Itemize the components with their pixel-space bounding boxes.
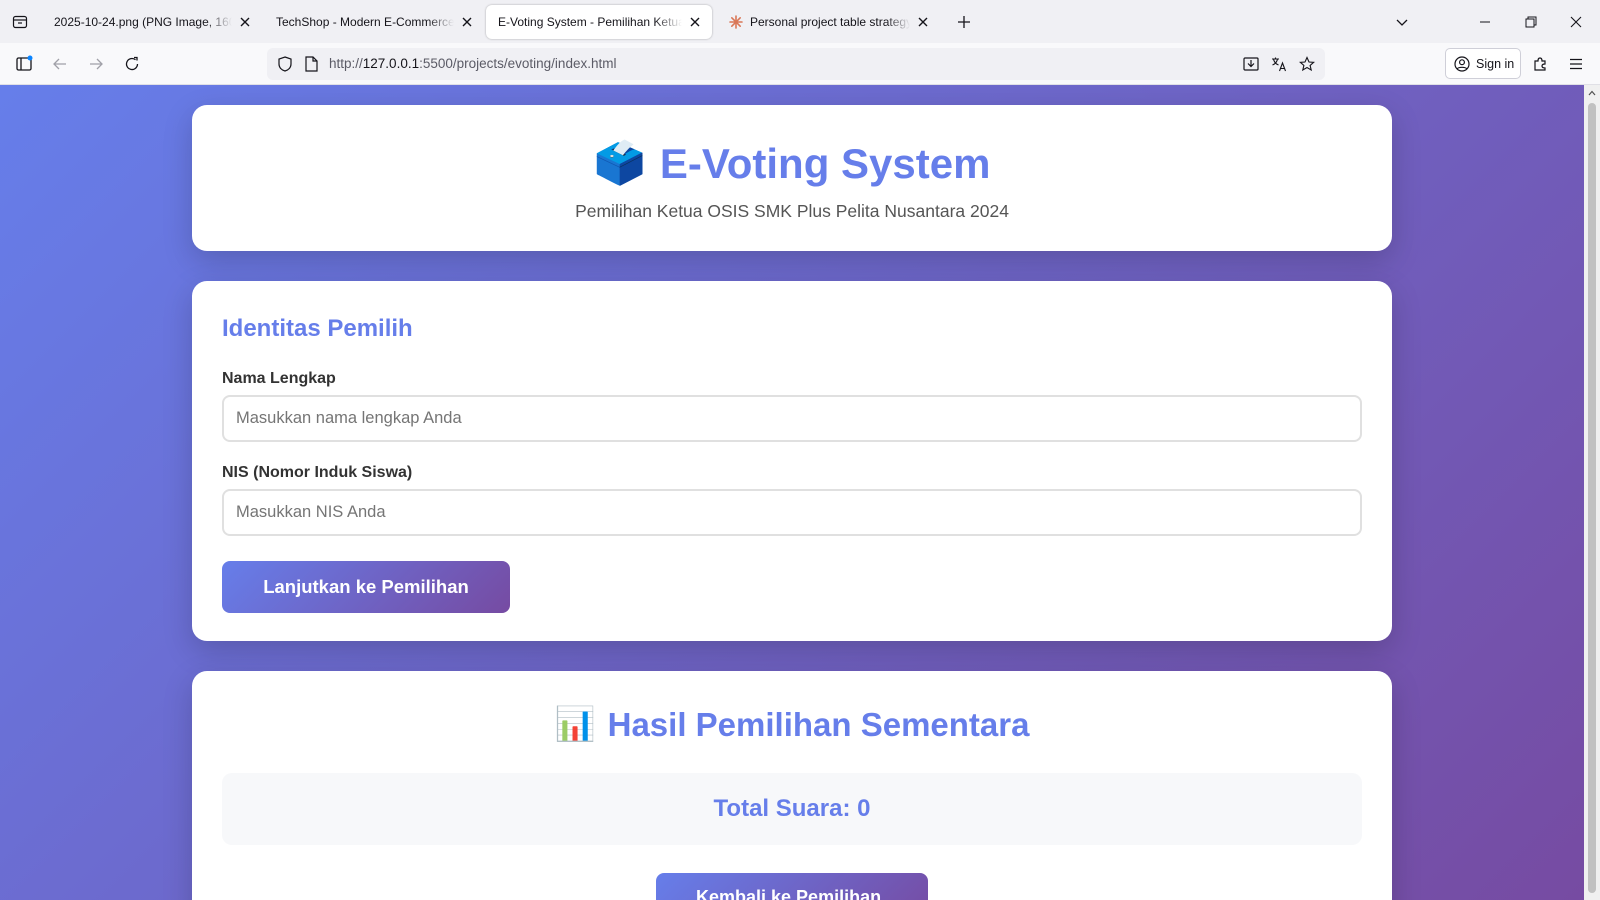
page-title-text: E-Voting System xyxy=(659,139,991,187)
tab-png-image[interactable]: 2025-10-24.png (PNG Image, 1600 × 900 pi… xyxy=(42,5,262,39)
reload-icon[interactable] xyxy=(118,50,146,78)
tab-title: 2025-10-24.png (PNG Image, 1600 × 900 pi… xyxy=(54,15,232,29)
page-title: 🗳️ E-Voting System xyxy=(192,139,1392,188)
back-to-voting-button[interactable]: Kembali ke Pemilihan xyxy=(656,873,928,900)
arrow-left-icon[interactable] xyxy=(46,50,74,78)
tab-techshop[interactable]: TechShop - Modern E-Commerce Platform xyxy=(264,5,484,39)
results-title-text: Hasil Pemilihan Sementara xyxy=(607,705,1030,743)
page-icon[interactable] xyxy=(303,56,319,72)
tab-strip: 2025-10-24.png (PNG Image, 1600 × 900 pi… xyxy=(0,0,1600,43)
form-title: Identitas Pemilih xyxy=(222,315,413,342)
hamburger-menu-icon[interactable] xyxy=(1562,50,1590,78)
url-bar[interactable]: http://127.0.0.1:5500/projects/evoting/i… xyxy=(267,48,1325,80)
scrollbar[interactable] xyxy=(1584,85,1600,900)
voter-identity-card: Identitas Pemilih Nama Lengkap NIS (Nomo… xyxy=(192,281,1392,641)
name-input[interactable] xyxy=(222,395,1362,442)
tab-title: Personal project table strategy - Claude xyxy=(750,15,910,29)
url-scheme: http:// xyxy=(329,56,363,71)
restore-icon[interactable] xyxy=(1517,8,1545,36)
tab-claude[interactable]: Personal project table strategy - Claude xyxy=(716,5,940,39)
account-icon xyxy=(1454,55,1470,72)
scroll-up-icon[interactable] xyxy=(1584,85,1600,101)
close-icon[interactable] xyxy=(686,13,704,31)
close-icon[interactable] xyxy=(236,13,254,31)
sidebar-icon[interactable] xyxy=(10,50,38,78)
total-votes: Total Suara: 0 xyxy=(222,773,1362,845)
navigation-bar: http://127.0.0.1:5500/projects/evoting/i… xyxy=(0,43,1600,85)
scrollbar-thumb[interactable] xyxy=(1588,103,1596,893)
close-icon[interactable] xyxy=(458,13,476,31)
bar-chart-icon: 📊 xyxy=(554,705,596,742)
tab-title: E-Voting System - Pemilihan Ketua OSIS xyxy=(498,15,682,29)
ballot-box-icon: 🗳️ xyxy=(593,139,646,186)
close-icon[interactable] xyxy=(914,13,932,31)
url-path: :5500/projects/evoting/index.html xyxy=(419,56,617,71)
shield-icon[interactable] xyxy=(277,56,293,72)
extensions-icon[interactable] xyxy=(1526,50,1554,78)
url-host: 127.0.0.1 xyxy=(362,56,420,71)
minimize-icon[interactable] xyxy=(1471,8,1499,36)
sign-in-label: Sign in xyxy=(1476,56,1515,71)
page-subtitle: Pemilihan Ketua OSIS SMK Plus Pelita Nus… xyxy=(575,201,1009,221)
sign-in-button[interactable]: Sign in xyxy=(1445,48,1521,79)
results-title: 📊 Hasil Pemilihan Sementara xyxy=(192,705,1392,744)
tab-title: TechShop - Modern E-Commerce Platform xyxy=(276,15,454,29)
tab-list-icon[interactable] xyxy=(6,8,34,36)
download-icon[interactable] xyxy=(1243,56,1259,72)
chevron-down-icon[interactable] xyxy=(1388,8,1416,36)
nis-label: NIS (Nomor Induk Siswa) xyxy=(222,464,413,481)
header-card: 🗳️ E-Voting System Pemilihan Ketua OSIS … xyxy=(192,105,1392,251)
close-window-icon[interactable] xyxy=(1562,8,1590,36)
arrow-right-icon[interactable] xyxy=(82,50,110,78)
translate-icon[interactable] xyxy=(1271,56,1287,72)
tab-evoting[interactable]: E-Voting System - Pemilihan Ketua OSIS xyxy=(486,5,712,39)
nis-input[interactable] xyxy=(222,489,1362,536)
star-icon[interactable] xyxy=(1299,56,1315,72)
claude-icon xyxy=(728,14,744,30)
continue-to-voting-button[interactable]: Lanjutkan ke Pemilihan xyxy=(222,561,510,613)
results-card: 📊 Hasil Pemilihan Sementara Total Suara:… xyxy=(192,671,1392,900)
plus-icon[interactable] xyxy=(952,10,976,34)
url-text[interactable]: http://127.0.0.1:5500/projects/evoting/i… xyxy=(329,56,616,71)
page-viewport: 🗳️ E-Voting System Pemilihan Ketua OSIS … xyxy=(0,85,1584,900)
name-label: Nama Lengkap xyxy=(222,370,336,387)
